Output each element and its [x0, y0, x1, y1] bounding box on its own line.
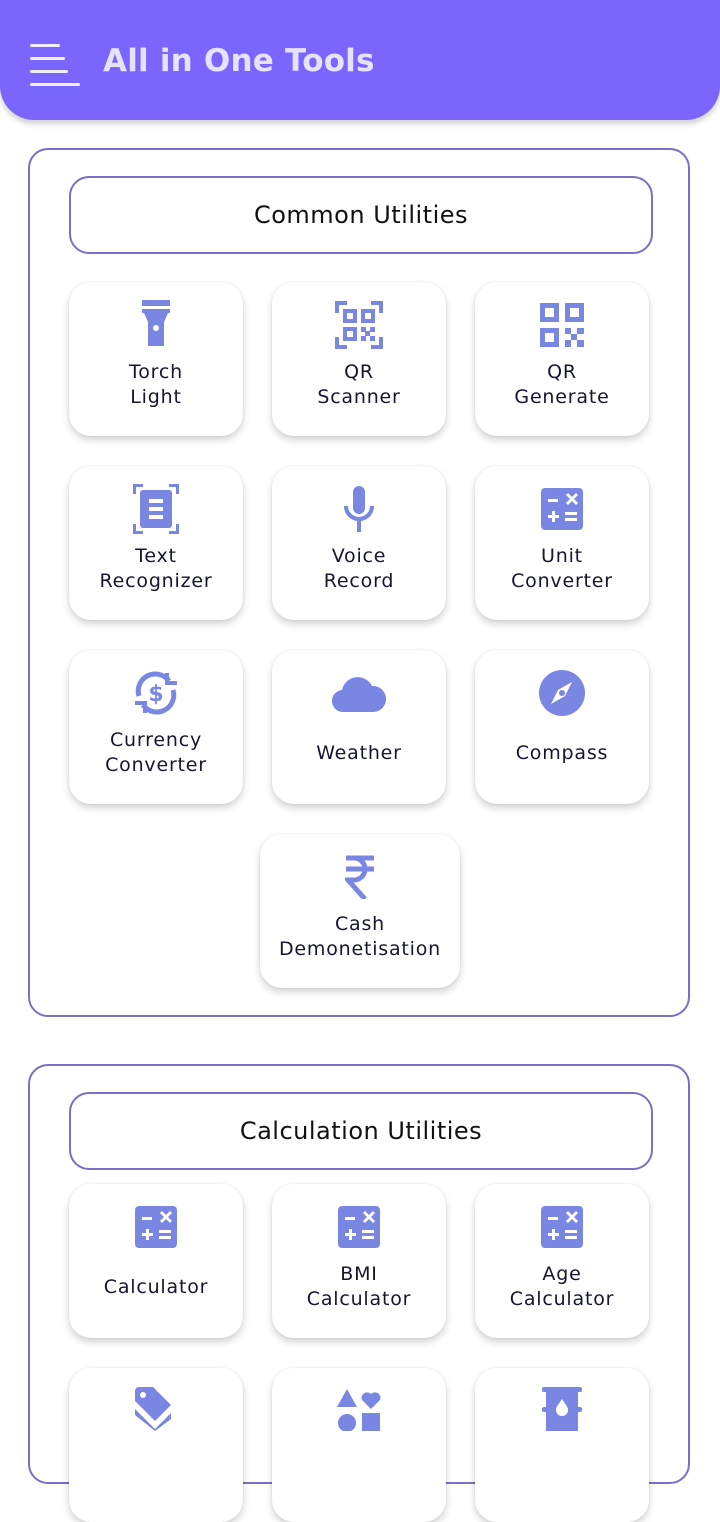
- tile-age-calculator[interactable]: Age Calculator: [475, 1184, 649, 1338]
- tile-label-line1: QR: [344, 361, 374, 383]
- tile-cash-demonetisation[interactable]: Cash Demonetisation: [260, 834, 460, 988]
- shapes-icon: [332, 1382, 386, 1436]
- tile-currency-converter[interactable]: $ Currency Converter: [69, 650, 243, 804]
- app-title: All in One Tools: [103, 43, 375, 79]
- tile-torch-light[interactable]: Torch Light: [69, 282, 243, 436]
- tile-label-line2: Calculator: [509, 1288, 615, 1310]
- qr-code-icon: [535, 298, 589, 352]
- tile-compass[interactable]: Compass: [475, 650, 649, 804]
- tile-shapes[interactable]: [272, 1368, 446, 1522]
- discount-tag-icon: [129, 1382, 183, 1436]
- tile-label-line1: Currency: [109, 729, 202, 751]
- tile-text-recognizer[interactable]: Text Recognizer: [69, 466, 243, 620]
- tile-label-line2: Calculator: [306, 1288, 412, 1310]
- tile-label-line1: BMI: [340, 1263, 378, 1285]
- calculator-icon: [332, 1200, 386, 1254]
- calculator-icon: [535, 482, 589, 536]
- tile-label-line1: Cash: [334, 913, 386, 935]
- tile-qr-generate[interactable]: QR Generate: [475, 282, 649, 436]
- flashlight-icon: [129, 298, 183, 352]
- document-scanner-icon: [129, 482, 183, 536]
- oil-barrel-icon: [535, 1382, 589, 1436]
- tile-fuel[interactable]: [475, 1368, 649, 1522]
- tile-label-line1: Text: [135, 545, 177, 567]
- tile-label-line1: Calculator: [103, 1275, 209, 1298]
- qr-scanner-icon: [332, 298, 386, 352]
- section-title: Common Utilities: [69, 176, 653, 254]
- calculator-icon: [129, 1200, 183, 1254]
- tile-qr-scanner[interactable]: QR Scanner: [272, 282, 446, 436]
- tile-label-line1: Weather: [316, 741, 402, 764]
- tile-label-line1: Unit: [541, 545, 583, 567]
- tile-weather[interactable]: Weather: [272, 650, 446, 804]
- tile-label-line2: Converter: [105, 754, 207, 776]
- tile-label-line2: Generate: [514, 386, 610, 408]
- tile-label-line2: Converter: [511, 570, 613, 592]
- tile-label-line1: Compass: [515, 741, 609, 764]
- tile-label-line1: QR: [547, 361, 577, 383]
- calculator-icon: [535, 1200, 589, 1254]
- tile-label-line1: Age: [542, 1263, 582, 1285]
- tile-label-line2: Recognizer: [99, 570, 213, 592]
- section-title: Calculation Utilities: [69, 1092, 653, 1170]
- cloud-icon: [332, 666, 386, 720]
- tile-label-line1: Voice: [331, 545, 387, 567]
- calculation-utilities-section: Calculation Utilities Calculator BMI Calc…: [28, 1064, 690, 1522]
- svg-text:$: $: [148, 682, 163, 707]
- common-utilities-section: Common Utilities Torch Light QR Scanner QR…: [28, 148, 690, 1017]
- compass-icon: [535, 666, 589, 720]
- tile-label-line1: Torch: [129, 361, 183, 383]
- tile-label-line2: Light: [130, 386, 182, 408]
- tile-bmi-calculator[interactable]: BMI Calculator: [272, 1184, 446, 1338]
- tile-voice-record[interactable]: Voice Record: [272, 466, 446, 620]
- tile-unit-converter[interactable]: Unit Converter: [475, 466, 649, 620]
- menu-button[interactable]: [28, 42, 84, 88]
- currency-exchange-icon: $: [129, 666, 183, 720]
- tile-label-line2: Record: [323, 570, 395, 592]
- tile-calculator[interactable]: Calculator: [69, 1184, 243, 1338]
- rupee-icon: [333, 850, 387, 904]
- tile-label-line2: Demonetisation: [278, 938, 442, 960]
- tile-discount[interactable]: [69, 1368, 243, 1522]
- app-bar: All in One Tools: [0, 0, 720, 120]
- tile-label-line2: Scanner: [317, 386, 401, 408]
- microphone-icon: [332, 482, 386, 536]
